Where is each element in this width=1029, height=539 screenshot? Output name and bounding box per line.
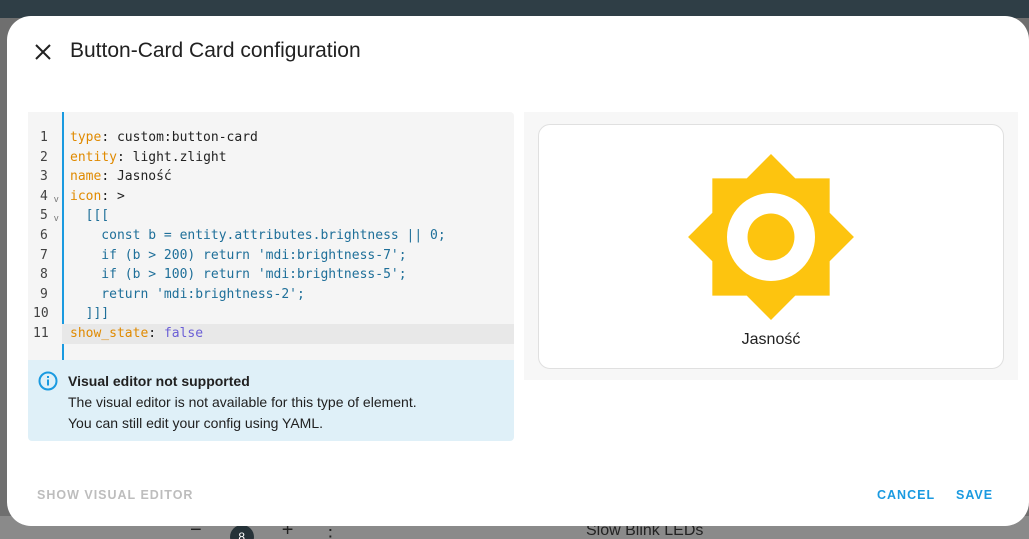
fold-chevron-icon[interactable]: v	[54, 194, 59, 204]
code-line: return 'mdi:brightness-2';	[70, 286, 305, 302]
dialog-title: Button-Card Card configuration	[70, 39, 361, 62]
line-number: 8	[40, 267, 48, 283]
code-line: icon: >	[70, 188, 125, 204]
line-number: 1	[40, 130, 48, 145]
button-card-preview[interactable]: Jasność	[538, 124, 1004, 369]
code-line: if (b > 100) return 'mdi:brightness-5';	[70, 267, 407, 283]
code-line: type: custom:button-card	[70, 130, 258, 145]
alert-message: You can still edit your config using YAM…	[68, 415, 324, 431]
close-button[interactable]	[31, 40, 55, 64]
line-number: 3	[40, 169, 48, 185]
code-line: ]]]	[70, 306, 110, 322]
close-icon	[35, 44, 51, 60]
line-number-gutter: 1 2 3 4 v 5 v 6 7 8 9 10 11	[28, 112, 62, 360]
card-config-dialog: Button-Card Card configuration 1 2 3 4 v…	[7, 16, 1029, 526]
line-number: 9	[40, 286, 48, 302]
card-preview-area: Jasność	[524, 112, 1018, 380]
brightness-icon	[688, 154, 854, 320]
code-line: if (b > 200) return 'mdi:brightness-7';	[70, 247, 407, 263]
code-line: name: Jasność	[70, 169, 172, 185]
info-icon	[38, 371, 58, 391]
line-number: 2	[40, 149, 48, 165]
code-line: const b = entity.attributes.brightness |…	[70, 227, 446, 243]
cancel-button[interactable]: CANCEL	[877, 488, 935, 502]
card-name-label: Jasność	[741, 331, 801, 348]
code-line-active: show_state: false	[62, 323, 514, 344]
fold-chevron-icon[interactable]: v	[54, 213, 59, 223]
yaml-code-editor[interactable]: 1 2 3 4 v 5 v 6 7 8 9 10 11 type: custom…	[28, 112, 514, 360]
show-visual-editor-button[interactable]: SHOW VISUAL EDITOR	[37, 488, 193, 502]
alert-message: The visual editor is not available for t…	[68, 394, 417, 410]
editor-focus-bar	[62, 112, 64, 360]
code-lines[interactable]: type: custom:button-card entity: light.z…	[62, 128, 514, 344]
line-number: 10	[33, 306, 49, 322]
code-line: entity: light.zlight	[70, 149, 227, 165]
line-number: 7	[40, 247, 48, 263]
count-badge: 8	[229, 525, 254, 539]
code-line: [[[	[70, 208, 110, 224]
save-button[interactable]: SAVE	[956, 488, 993, 502]
line-number: 6	[40, 228, 48, 243]
line-number: 11	[33, 326, 49, 341]
alert-title: Visual editor not supported	[68, 373, 250, 389]
visual-editor-alert: Visual editor not supported The visual e…	[28, 360, 514, 441]
